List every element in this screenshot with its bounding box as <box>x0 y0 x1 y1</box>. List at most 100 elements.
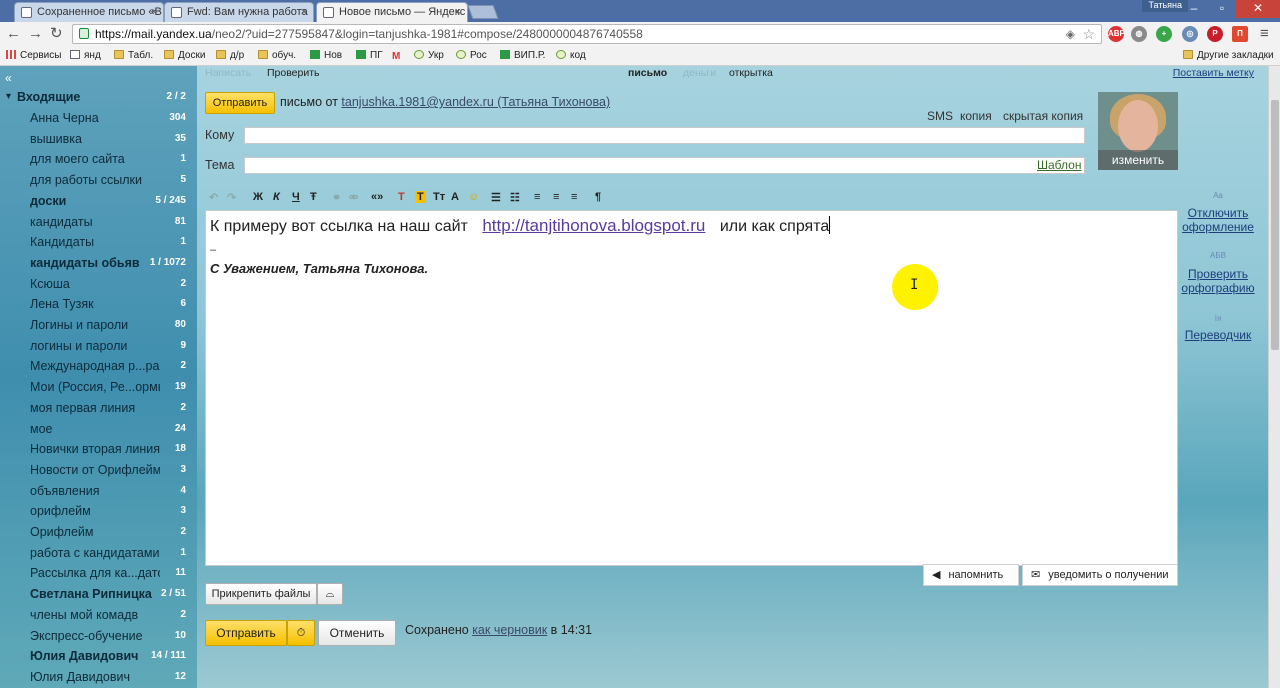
address-bar[interactable]: https://mail.yandex.ua/neo2/?uid=2775958… <box>72 24 1102 44</box>
bg-color-button[interactable]: T <box>415 191 426 203</box>
attach-files-button[interactable]: Прикрепить файлы <box>205 583 317 605</box>
set-label-link[interactable]: Поставить метку <box>1173 67 1254 79</box>
folder-item[interactable]: мое 24 <box>0 419 190 439</box>
unlink-icon[interactable]: ⚮ <box>349 191 358 204</box>
close-window-icon[interactable]: ✕ <box>1236 0 1280 18</box>
menu-icon[interactable]: ≡ <box>1260 25 1269 43</box>
align-center-icon[interactable]: ≡ <box>553 191 559 203</box>
align-right-icon[interactable]: ≡ <box>571 191 577 203</box>
italic-button[interactable]: К <box>273 191 280 203</box>
extension-icon[interactable]: П <box>1232 26 1248 42</box>
minimize-icon[interactable]: – <box>1180 0 1208 18</box>
from-address-link[interactable]: tanjushka.1981@yandex.ru (Татьяна Тихоно… <box>341 95 610 109</box>
extension-icon[interactable]: ◎ <box>1182 26 1198 42</box>
bookmark-item[interactable]: код <box>556 49 586 63</box>
sms-link[interactable]: SMS <box>927 109 953 123</box>
strike-button[interactable]: Ŧ <box>310 191 317 203</box>
subject-field[interactable] <box>244 157 1085 174</box>
folder-item[interactable]: Новости от Орифлейм 3 <box>0 460 190 480</box>
bookmark-folder[interactable]: Доски <box>164 49 205 63</box>
change-avatar-link[interactable]: изменить <box>1098 150 1178 170</box>
text-color-button[interactable]: T <box>398 191 405 203</box>
new-tab-button[interactable] <box>467 5 499 19</box>
bookmark-item[interactable]: янд <box>70 49 101 63</box>
plus-icon[interactable]: + <box>1156 26 1172 42</box>
translator-link[interactable]: Переводчик <box>1178 328 1258 342</box>
folder-item[interactable]: Ксюша 2 <box>0 274 190 294</box>
folder-item[interactable]: объявления 4 <box>0 481 190 501</box>
folder-item[interactable]: Лена Тузяк 6 <box>0 294 190 314</box>
redo-icon[interactable]: ↷ <box>227 191 236 204</box>
folder-item[interactable]: Анна Черна 304 <box>0 108 190 128</box>
folder-item[interactable]: Логины и пароли 80 <box>0 315 190 335</box>
smiley-icon[interactable]: ☺ <box>468 191 479 203</box>
bcc-link[interactable]: скрытая копия <box>1003 109 1083 123</box>
folder-item[interactable]: Международная р...раци 2 <box>0 356 190 376</box>
folder-item[interactable]: Юлия Давидович 14 / 111 <box>0 646 190 666</box>
adblock-icon[interactable]: ABP <box>1108 26 1125 42</box>
close-icon[interactable]: × <box>301 3 307 21</box>
bookmark-folder[interactable]: обуч. <box>258 49 296 63</box>
star-icon[interactable]: ☆ <box>1082 25 1095 43</box>
template-link[interactable]: Шаблон <box>1037 158 1081 172</box>
scroll-thumb[interactable] <box>1271 100 1279 350</box>
bookmark-apps[interactable]: Сервисы <box>6 49 61 63</box>
bold-button[interactable]: Ж <box>253 191 263 203</box>
folder-inbox[interactable]: ▾ Входящие 2 / 2 <box>0 87 190 107</box>
link-icon[interactable]: ⚭ <box>332 191 341 204</box>
pinterest-icon[interactable]: P <box>1207 26 1223 42</box>
browser-tab[interactable]: Fwd: Вам нужна работа × <box>164 2 314 22</box>
bullet-list-icon[interactable]: ☰ <box>491 191 501 204</box>
browser-tab[interactable]: Сохраненное письмо «В × <box>14 2 164 22</box>
folder-item[interactable]: Экспресс-обучение 10 <box>0 626 190 646</box>
folder-item[interactable]: работа с кандидатами 1 <box>0 543 190 563</box>
bookmark-folder[interactable]: д/р <box>216 49 244 63</box>
site-link[interactable]: http://tanjtihonova.blogspot.ru <box>482 216 705 235</box>
font-size-button[interactable]: Tт <box>433 191 445 203</box>
clear-format-icon[interactable]: ¶ <box>595 191 601 203</box>
bookmark-item[interactable]: Рос <box>456 49 487 63</box>
cc-link[interactable]: копия <box>960 109 992 123</box>
folder-item[interactable]: для работы ссылки 5 <box>0 170 190 190</box>
letter-tab[interactable]: письмо <box>628 67 667 79</box>
folder-item[interactable]: Светлана Рипницка 2 / 51 <box>0 584 190 604</box>
forward-icon[interactable]: → <box>28 25 43 43</box>
undo-icon[interactable]: ↶ <box>209 191 218 204</box>
cancel-button[interactable]: Отменить <box>318 620 396 646</box>
bookmark-item[interactable]: ПГ <box>356 49 383 63</box>
bookmark-folder[interactable]: Табл. <box>114 49 153 63</box>
attach-disk-icon[interactable]: ⌓ <box>317 583 343 605</box>
quote-button[interactable]: «» <box>371 191 383 203</box>
folder-item[interactable]: члены мой комадв 2 <box>0 605 190 625</box>
folder-item[interactable]: орифлейм 3 <box>0 501 190 521</box>
message-editor[interactable]: К примеру вот ссылка на наш сайт http://… <box>205 210 1178 566</box>
folder-item[interactable]: Мои (Россия, Ре...ормь 19 <box>0 377 190 397</box>
write-tab[interactable]: Написать <box>205 67 251 79</box>
numbered-list-icon[interactable]: ☷ <box>510 191 520 204</box>
page-scrollbar[interactable] <box>1268 66 1280 688</box>
send-button-top[interactable]: Отправить <box>205 92 275 114</box>
folder-item[interactable]: вышивка 35 <box>0 129 190 149</box>
back-icon[interactable]: ← <box>6 25 21 43</box>
to-field[interactable] <box>244 127 1085 144</box>
folder-item[interactable]: Рассылка для ка...дато 11 <box>0 563 190 583</box>
folder-item[interactable]: Новички вторая линия 18 <box>0 439 190 459</box>
folder-item[interactable]: доски 5 / 245 <box>0 191 190 211</box>
browser-tab-active[interactable]: Новое письмо — Яндекс × <box>316 2 468 23</box>
bookmark-item[interactable]: ВИП.Р. <box>500 49 545 63</box>
money-tab[interactable]: деньги <box>683 67 716 79</box>
bookmark-item[interactable]: Нов <box>310 49 342 63</box>
maximize-icon[interactable]: ▫ <box>1208 0 1236 18</box>
avatar[interactable]: изменить <box>1098 92 1178 170</box>
check-tab[interactable]: Проверить <box>267 67 320 79</box>
folder-item[interactable]: Орифлейм 2 <box>0 522 190 542</box>
eye-icon[interactable]: ◈ <box>1066 25 1075 43</box>
bookmark-other[interactable]: Другие закладки <box>1183 49 1274 63</box>
clock-icon[interactable]: ⏱ <box>287 620 315 646</box>
bookmark-item[interactable]: M <box>392 49 406 63</box>
reload-icon[interactable]: ↻ <box>50 25 63 43</box>
folder-item[interactable]: кандидаты 81 <box>0 212 190 232</box>
folder-item[interactable]: Юлия Давидович 12 <box>0 667 190 687</box>
folder-item[interactable]: для моего сайта 1 <box>0 149 190 169</box>
draft-link[interactable]: как черновик <box>472 623 547 637</box>
